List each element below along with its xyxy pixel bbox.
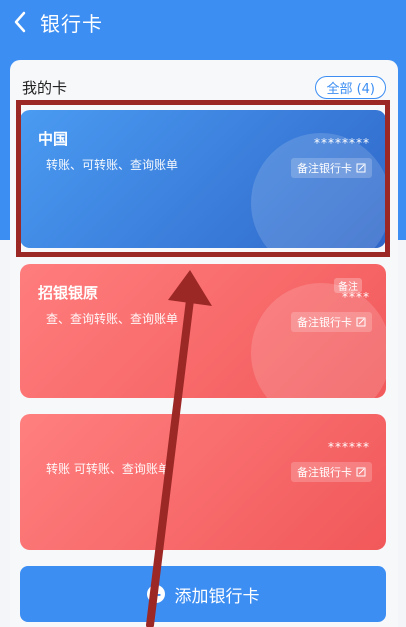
bank-name: 招银银原 xyxy=(38,284,99,302)
bank-name: 中国 xyxy=(38,130,69,148)
bank-logo-watermark xyxy=(251,283,386,398)
bank-card-3[interactable]: 转账 可转账、查询账单 ****** 备注银行卡 xyxy=(20,414,386,550)
bank-card-2[interactable]: 招银银原 查、查询转账、查询账单 备注 **** 备注银行卡 xyxy=(20,264,386,398)
panel-title: 我的卡 xyxy=(22,78,68,97)
note-card-button[interactable]: 备注银行卡 xyxy=(291,462,372,482)
back-button[interactable] xyxy=(0,0,40,44)
add-bank-card-label: 添加银行卡 xyxy=(174,586,260,607)
card-services: 查、查询转账、查询账单 xyxy=(46,312,179,326)
all-cards-button[interactable]: 全部 (4) xyxy=(315,75,386,99)
edit-icon xyxy=(356,467,366,477)
header: 银行卡 xyxy=(0,0,406,44)
card-services: 转账 可转账、查询账单 xyxy=(46,462,170,476)
add-bank-card-button[interactable]: + 添加银行卡 xyxy=(20,566,386,622)
plus-icon: + xyxy=(146,585,165,604)
page-title: 银行卡 xyxy=(40,11,103,36)
card-number-masked: ****** xyxy=(328,440,370,454)
card-services: 转账、可转账、查询账单 xyxy=(46,158,179,172)
bank-logo-watermark xyxy=(251,133,386,248)
chevron-left-icon xyxy=(14,11,26,33)
note-label: 备注银行卡 xyxy=(297,466,352,479)
panel-header: 我的卡 全部 (4) xyxy=(22,75,386,99)
bank-card-1[interactable]: 中国 转账、可转账、查询账单 ******** 备注银行卡 xyxy=(20,110,386,248)
